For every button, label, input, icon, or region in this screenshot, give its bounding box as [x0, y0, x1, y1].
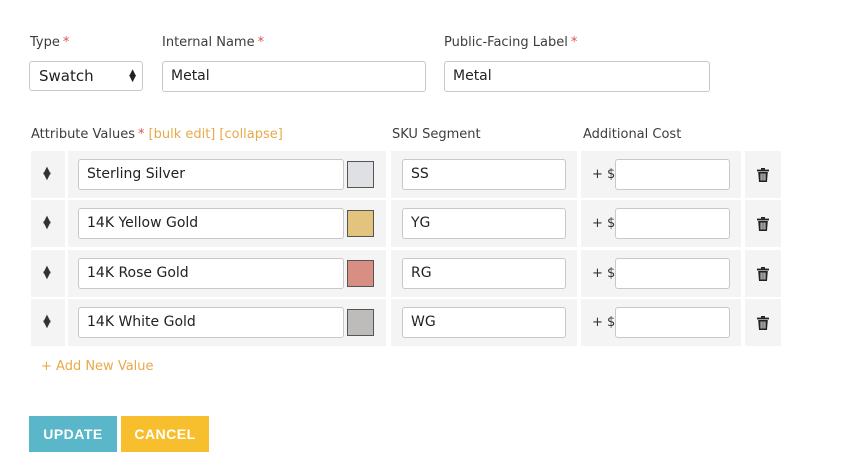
required-mark: * — [138, 127, 145, 142]
internal-name-value: Metal — [171, 68, 210, 84]
sku-segment-input[interactable]: RG — [402, 258, 566, 289]
attribute-value-input[interactable]: 14K Rose Gold — [78, 258, 344, 289]
drag-handle-icon[interactable]: ▲ ▼ — [41, 166, 53, 182]
public-label-label: Public-Facing Label * — [444, 35, 577, 50]
update-button[interactable]: UPDATE — [29, 416, 117, 452]
color-swatch[interactable] — [347, 260, 374, 287]
internal-name-label-text: Internal Name — [162, 35, 255, 50]
type-label: Type * — [30, 35, 69, 50]
required-mark: * — [62, 35, 70, 50]
drag-handle-icon[interactable]: ▲ ▼ — [41, 215, 53, 231]
trash-icon[interactable] — [757, 168, 769, 182]
type-select-value: Swatch — [39, 67, 94, 85]
cost-prefix: + $ — [592, 216, 616, 231]
drag-handle-icon[interactable]: ▲ ▼ — [41, 314, 53, 330]
cost-prefix: + $ — [592, 266, 616, 281]
color-swatch[interactable] — [347, 309, 374, 336]
attribute-value-input[interactable]: Sterling Silver — [78, 159, 344, 190]
add-new-value-link[interactable]: + Add New Value — [41, 359, 154, 374]
drag-handle-icon[interactable]: ▲ ▼ — [41, 265, 53, 281]
sku-segment-text: RG — [411, 265, 432, 281]
additional-cost-input[interactable] — [615, 307, 730, 338]
sku-segment-text: WG — [411, 314, 436, 330]
color-swatch[interactable] — [347, 210, 374, 237]
attribute-value-input[interactable]: 14K Yellow Gold — [78, 208, 344, 239]
trash-icon[interactable] — [757, 267, 769, 281]
additional-cost-input[interactable] — [615, 159, 730, 190]
bulk-edit-link[interactable]: [bulk edit] — [149, 127, 216, 142]
select-arrows-icon: ▲ ▼ — [129, 68, 136, 84]
sku-segment-text: YG — [411, 215, 431, 231]
sku-segment-text: SS — [411, 166, 429, 182]
cost-prefix: + $ — [592, 167, 616, 182]
required-mark: * — [257, 35, 265, 50]
required-mark: * — [570, 35, 578, 50]
public-label-input[interactable]: Metal — [444, 61, 710, 92]
attribute-value-text: Sterling Silver — [87, 166, 186, 182]
internal-name-label: Internal Name * — [162, 35, 264, 50]
additional-cost-header: Additional Cost — [583, 127, 682, 142]
cost-prefix: + $ — [592, 315, 616, 330]
attribute-value-input[interactable]: 14K White Gold — [78, 307, 344, 338]
trash-icon[interactable] — [757, 217, 769, 231]
additional-cost-input[interactable] — [615, 258, 730, 289]
color-swatch[interactable] — [347, 161, 374, 188]
sku-segment-input[interactable]: WG — [402, 307, 566, 338]
attribute-values-label: Attribute Values — [31, 127, 136, 142]
collapse-link[interactable]: [collapse] — [219, 127, 282, 142]
sku-segment-header: SKU Segment — [392, 127, 481, 142]
sku-segment-input[interactable]: YG — [402, 208, 566, 239]
attribute-value-text: 14K Yellow Gold — [87, 215, 199, 231]
additional-cost-input[interactable] — [615, 208, 730, 239]
cancel-button[interactable]: CANCEL — [121, 416, 209, 452]
attribute-value-text: 14K White Gold — [87, 314, 196, 330]
public-label-label-text: Public-Facing Label — [444, 35, 568, 50]
attribute-value-text: 14K Rose Gold — [87, 265, 189, 281]
attribute-values-header: Attribute Values * [bulk edit] [collapse] — [31, 127, 283, 142]
type-select[interactable]: Swatch ▲ ▼ — [29, 61, 143, 91]
public-label-value: Metal — [453, 68, 492, 84]
trash-icon[interactable] — [757, 316, 769, 330]
sku-segment-input[interactable]: SS — [402, 159, 566, 190]
type-label-text: Type — [30, 35, 60, 50]
internal-name-input[interactable]: Metal — [162, 61, 426, 92]
